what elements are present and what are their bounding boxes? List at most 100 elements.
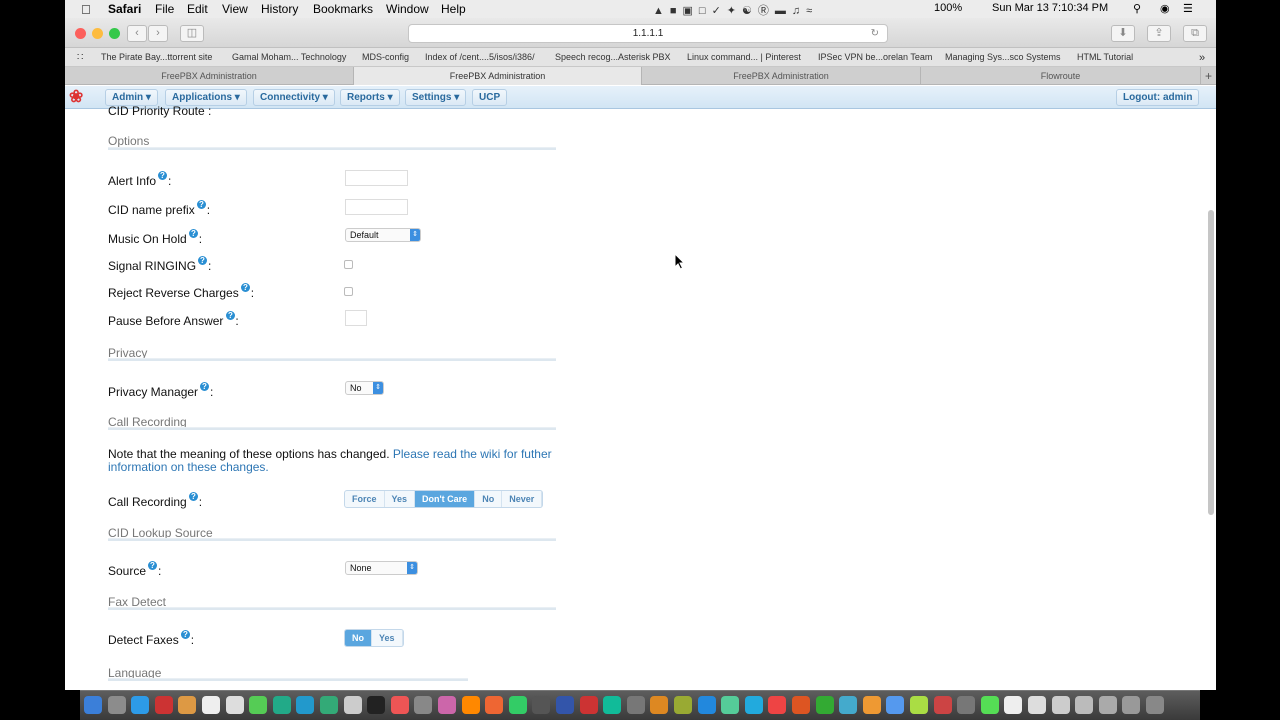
dock-app-icon[interactable] — [1098, 696, 1117, 714]
dock-app-icon[interactable] — [320, 696, 338, 714]
share-button[interactable]: ⇪ — [1147, 25, 1171, 42]
bookmark-item[interactable]: Speech recog...Asterisk PBX — [555, 52, 671, 62]
dock-app-icon[interactable] — [957, 696, 976, 714]
dock-app-icon[interactable] — [225, 696, 244, 714]
recording-option-dont-care[interactable]: Don't Care — [415, 491, 476, 507]
browser-tab[interactable]: FreePBX Administration — [65, 67, 354, 85]
bookmark-item[interactable]: HTML Tutorial — [1077, 52, 1133, 62]
nav-settings[interactable]: Settings ▾ — [405, 89, 467, 106]
dock-app-icon[interactable] — [532, 696, 551, 714]
dock-app-icon[interactable] — [862, 696, 881, 714]
reload-icon[interactable]: ↻ — [871, 25, 879, 43]
dock-app-icon[interactable] — [980, 696, 999, 714]
status-icons[interactable]: ▲■▣□✓✦☯Ⓡ▬♫≈ — [653, 2, 818, 18]
dock-app-icon[interactable] — [1028, 696, 1046, 714]
menu-app-name[interactable]: Safari — [108, 2, 141, 16]
help-icon[interactable]: ? — [200, 382, 209, 391]
dock-app-icon[interactable] — [1051, 696, 1070, 714]
browser-tab[interactable]: FreePBX Administration — [642, 67, 921, 85]
privacy-manager-select[interactable]: No ⇕ — [345, 381, 384, 395]
recording-option-never[interactable]: Never — [502, 491, 543, 507]
dock-app-icon[interactable] — [933, 696, 952, 714]
dock-app-icon[interactable] — [579, 696, 598, 714]
dock-app-icon[interactable] — [390, 696, 409, 714]
dock-app-icon[interactable] — [1075, 696, 1094, 714]
menu-history[interactable]: History — [261, 2, 298, 16]
dock-app-icon[interactable] — [343, 696, 362, 714]
vertical-scrollbar[interactable] — [1208, 210, 1214, 515]
dock-app-icon[interactable] — [1004, 696, 1023, 714]
dock-app-icon[interactable] — [886, 696, 905, 714]
spotlight-icon[interactable]: ⚲ — [1133, 2, 1141, 15]
dock-app-icon[interactable] — [508, 696, 527, 714]
dock-app-icon[interactable] — [131, 696, 150, 714]
help-icon[interactable]: ? — [181, 630, 190, 639]
dock-app-icon[interactable] — [107, 696, 126, 714]
help-icon[interactable]: ? — [198, 256, 207, 265]
source-select[interactable]: None ⇕ — [345, 561, 418, 575]
dock-app-icon[interactable] — [792, 696, 810, 714]
menu-help[interactable]: Help — [441, 2, 466, 16]
dock-app-icon[interactable] — [296, 696, 315, 714]
minimize-window-button[interactable] — [92, 28, 103, 39]
dock-app-icon[interactable] — [768, 696, 787, 714]
forward-button[interactable]: › — [148, 25, 168, 42]
dock-app-icon[interactable] — [910, 696, 928, 714]
help-icon[interactable]: ? — [158, 171, 167, 180]
battery-level[interactable]: 100% — [934, 2, 962, 14]
dock-app-icon[interactable] — [178, 696, 197, 714]
detect-faxes-toggle[interactable]: No Yes — [344, 629, 404, 647]
dock-app-icon[interactable] — [603, 696, 622, 714]
tabs-overview-button[interactable]: ⧉ — [1183, 25, 1207, 42]
dock-app-icon[interactable] — [438, 696, 456, 714]
zoom-window-button[interactable] — [109, 28, 120, 39]
help-icon[interactable]: ? — [189, 492, 198, 501]
help-icon[interactable]: ? — [241, 283, 250, 292]
bookmark-item[interactable]: Gamal Moham... Technology — [232, 52, 346, 62]
nav-connectivity[interactable]: Connectivity ▾ — [253, 89, 335, 106]
help-icon[interactable]: ? — [197, 200, 206, 209]
bookmark-item[interactable]: Index of /cent....5/isos/i386/ — [425, 52, 535, 62]
alert-info-input[interactable] — [345, 170, 408, 186]
sidebar-button[interactable]: ◫ — [180, 25, 204, 42]
dock-app-icon[interactable] — [485, 696, 504, 714]
pause-before-answer-input[interactable] — [345, 310, 367, 326]
address-bar[interactable]: 1.1.1.1 ↻ — [408, 24, 888, 43]
dock-app-icon[interactable] — [414, 696, 433, 714]
menu-window[interactable]: Window — [386, 2, 429, 16]
dock-app-icon[interactable] — [1122, 696, 1141, 714]
menu-bookmarks[interactable]: Bookmarks — [313, 2, 373, 16]
bookmark-item[interactable]: Linux command... | Pinterest — [687, 52, 801, 62]
dock-app-icon[interactable] — [697, 696, 716, 714]
call-recording-toggle[interactable]: Force Yes Don't Care No Never — [344, 490, 544, 508]
recording-option-yes[interactable]: Yes — [385, 491, 416, 507]
dock-app-icon[interactable] — [202, 696, 220, 714]
dock-app-icon[interactable] — [556, 696, 574, 714]
menu-edit[interactable]: Edit — [187, 2, 208, 16]
dock-app-icon[interactable] — [249, 696, 268, 714]
close-window-button[interactable] — [75, 28, 86, 39]
dock-app-icon[interactable] — [272, 696, 291, 714]
bookmark-item[interactable]: MDS-config — [362, 52, 409, 62]
browser-tab-active[interactable]: FreePBX Administration — [354, 67, 642, 85]
dock-app-icon[interactable] — [744, 696, 763, 714]
music-on-hold-select[interactable]: Default ⇕ — [345, 228, 421, 242]
menu-file[interactable]: File — [155, 2, 174, 16]
grid-icon[interactable]: ∷ — [77, 52, 83, 63]
dock-app-icon[interactable] — [626, 696, 645, 714]
dock-app-icon[interactable] — [674, 696, 692, 714]
user-icon[interactable]: ◉ — [1160, 2, 1170, 15]
freepbx-logo-icon[interactable]: ❀ — [69, 87, 101, 107]
dock-app-icon[interactable] — [721, 696, 740, 714]
nav-ucp[interactable]: UCP — [472, 89, 508, 106]
logout-link[interactable]: Logout: admin — [1116, 89, 1200, 106]
bookmark-item[interactable]: IPSec VPN be...orelan Team — [818, 52, 932, 62]
bookmark-item[interactable]: The Pirate Bay...ttorrent site — [101, 52, 212, 62]
dock-app-icon[interactable] — [461, 696, 480, 714]
browser-tab[interactable]: Flowroute — [921, 67, 1201, 85]
dock-app-icon[interactable] — [815, 696, 834, 714]
bookmark-item[interactable]: Managing Sys...sco Systems — [945, 52, 1061, 62]
dock-app-icon[interactable] — [84, 696, 102, 714]
clock[interactable]: Sun Mar 13 7:10:34 PM — [992, 2, 1108, 14]
fax-option-yes[interactable]: Yes — [372, 630, 403, 646]
